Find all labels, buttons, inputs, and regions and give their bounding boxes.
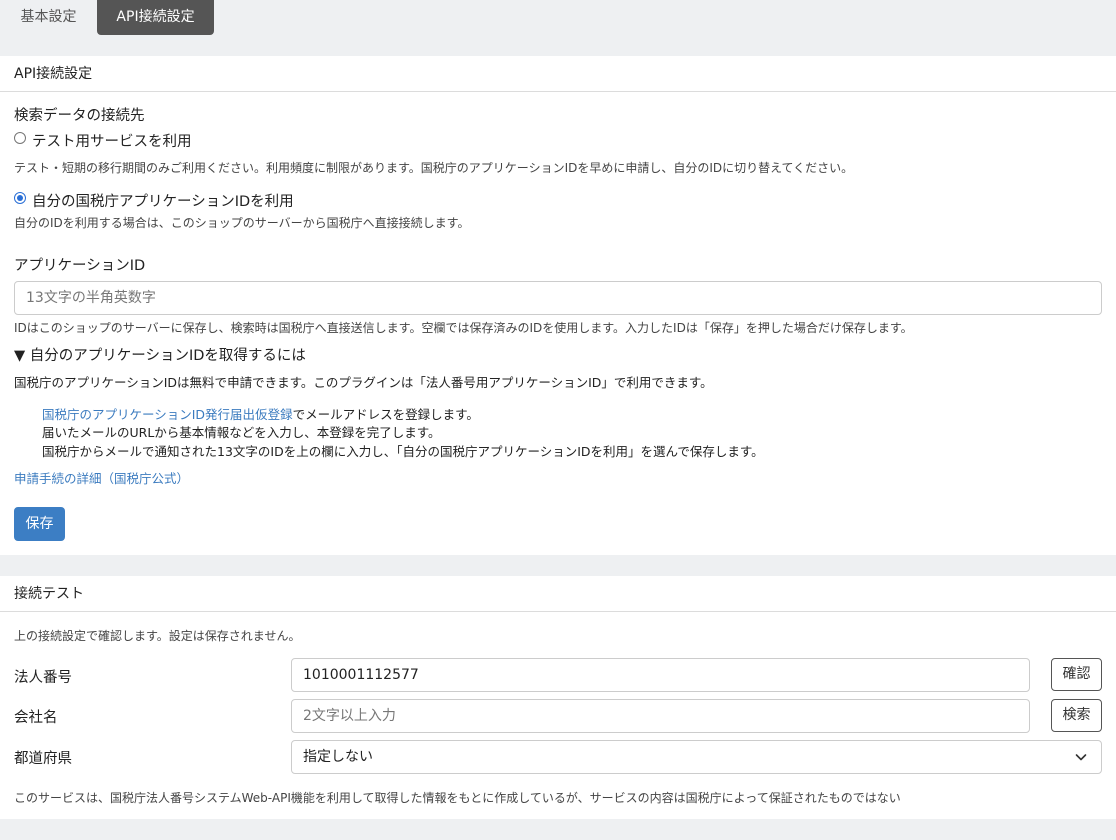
radio-test-service[interactable] (14, 132, 26, 144)
tab-api-settings[interactable]: API接続設定 (97, 0, 214, 35)
app-id-note: IDはこのショップのサーバーに保存し、検索時は国税庁へ直接送信します。空欄では保… (14, 321, 913, 335)
connection-test-note: 上の接続設定で確認します。設定は保存されません。 (14, 629, 301, 643)
radio-own-app-id[interactable] (14, 192, 26, 204)
howto-step-3: 国税庁からメールで通知された13文字のIDを上の欄に入力し、「自分の国税庁アプリ… (42, 444, 764, 459)
prefecture-select[interactable]: 指定しない (291, 740, 1102, 774)
save-button[interactable]: 保存 (14, 507, 65, 541)
app-id-input[interactable]: 13文字の半角英数字 (14, 281, 1102, 315)
howto-step-1-text: でメールアドレスを登録します。 (292, 407, 479, 422)
own-app-id-note: 自分のIDを利用する場合は、このショップのサーバーから国税庁へ直接接続します。 (14, 216, 470, 230)
corp-number-label: 法人番号 (14, 670, 72, 686)
chevron-down-icon (1075, 754, 1087, 761)
search-button[interactable]: 検索 (1051, 699, 1102, 732)
howto-step-1: 国税庁のアプリケーションID発行届出仮登録でメールアドレスを登録します。 (42, 404, 479, 423)
api-settings-header: API接続設定 (0, 56, 1116, 92)
api-settings-card: API接続設定 検索データの接続先 テスト用サービスを利用 テスト・短期の移行期… (0, 56, 1116, 555)
connection-test-card: 接続テスト 上の接続設定で確認します。設定は保存されません。 法人番号 1010… (0, 576, 1116, 819)
corp-number-input[interactable]: 1010001112577 (291, 658, 1030, 692)
howto-summary-toggle[interactable]: ▼ 自分のアプリケーションIDを取得するには (14, 344, 306, 365)
tab-basic-settings[interactable]: 基本設定 (0, 0, 97, 35)
app-id-label: アプリケーションID (14, 258, 146, 274)
howto-intro: 国税庁のアプリケーションIDは無料で申請できます。このプラグインは「法人番号用ア… (14, 375, 713, 390)
disclaimer: このサービスは、国税庁法人番号システムWeb-API機能を利用して取得した情報を… (14, 791, 901, 805)
connection-test-header: 接続テスト (0, 576, 1116, 612)
application-details-link[interactable]: 申請手続の詳細（国税庁公式） (14, 468, 189, 487)
radio-own-app-id-label[interactable]: 自分の国税庁アプリケーションIDを利用 (32, 190, 294, 211)
prefecture-label: 都道府県 (14, 751, 72, 767)
radio-test-service-label[interactable]: テスト用サービスを利用 (32, 130, 192, 151)
prefecture-selected-value: 指定しない (303, 749, 373, 765)
source-label: 検索データの接続先 (14, 108, 145, 124)
confirm-button[interactable]: 確認 (1051, 658, 1102, 691)
company-name-label: 会社名 (14, 710, 58, 726)
test-service-note: テスト・短期の移行期間のみご利用ください。利用頻度に制限があります。国税庁のアプ… (14, 161, 854, 175)
howto-step-2: 届いたメールのURLから基本情報などを入力し、本登録を完了します。 (42, 425, 441, 440)
app-id-register-link[interactable]: 国税庁のアプリケーションID発行届出仮登録 (42, 407, 293, 422)
company-name-input[interactable]: 2文字以上入力 (291, 699, 1030, 733)
